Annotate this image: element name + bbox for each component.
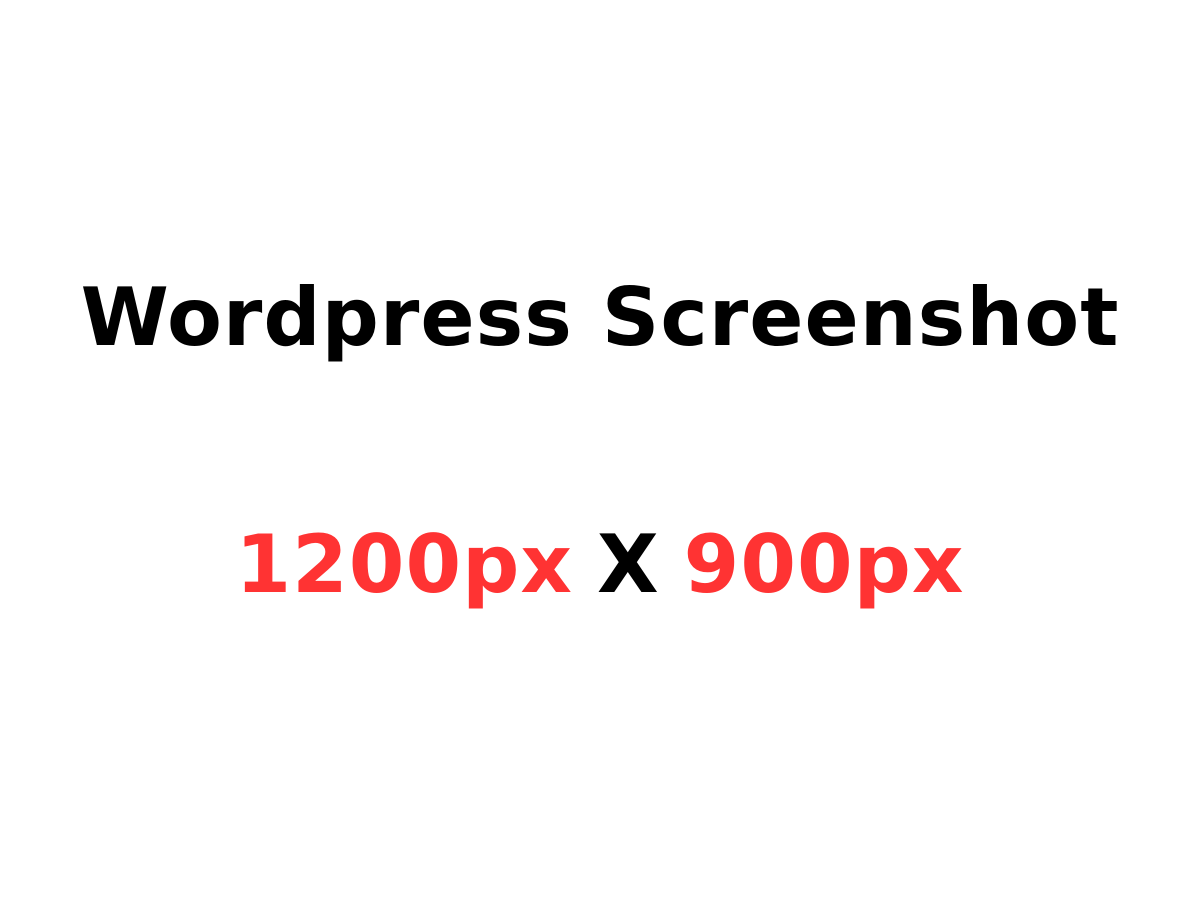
width-value: 1200px xyxy=(235,518,573,611)
placeholder-canvas: Wordpress Screenshot 1200px X 900px xyxy=(0,0,1200,900)
dimension-separator: X xyxy=(596,518,660,611)
page-title: Wordpress Screenshot xyxy=(80,271,1120,364)
height-value: 900px xyxy=(683,518,965,611)
dimensions-line: 1200px X 900px xyxy=(0,515,1200,615)
